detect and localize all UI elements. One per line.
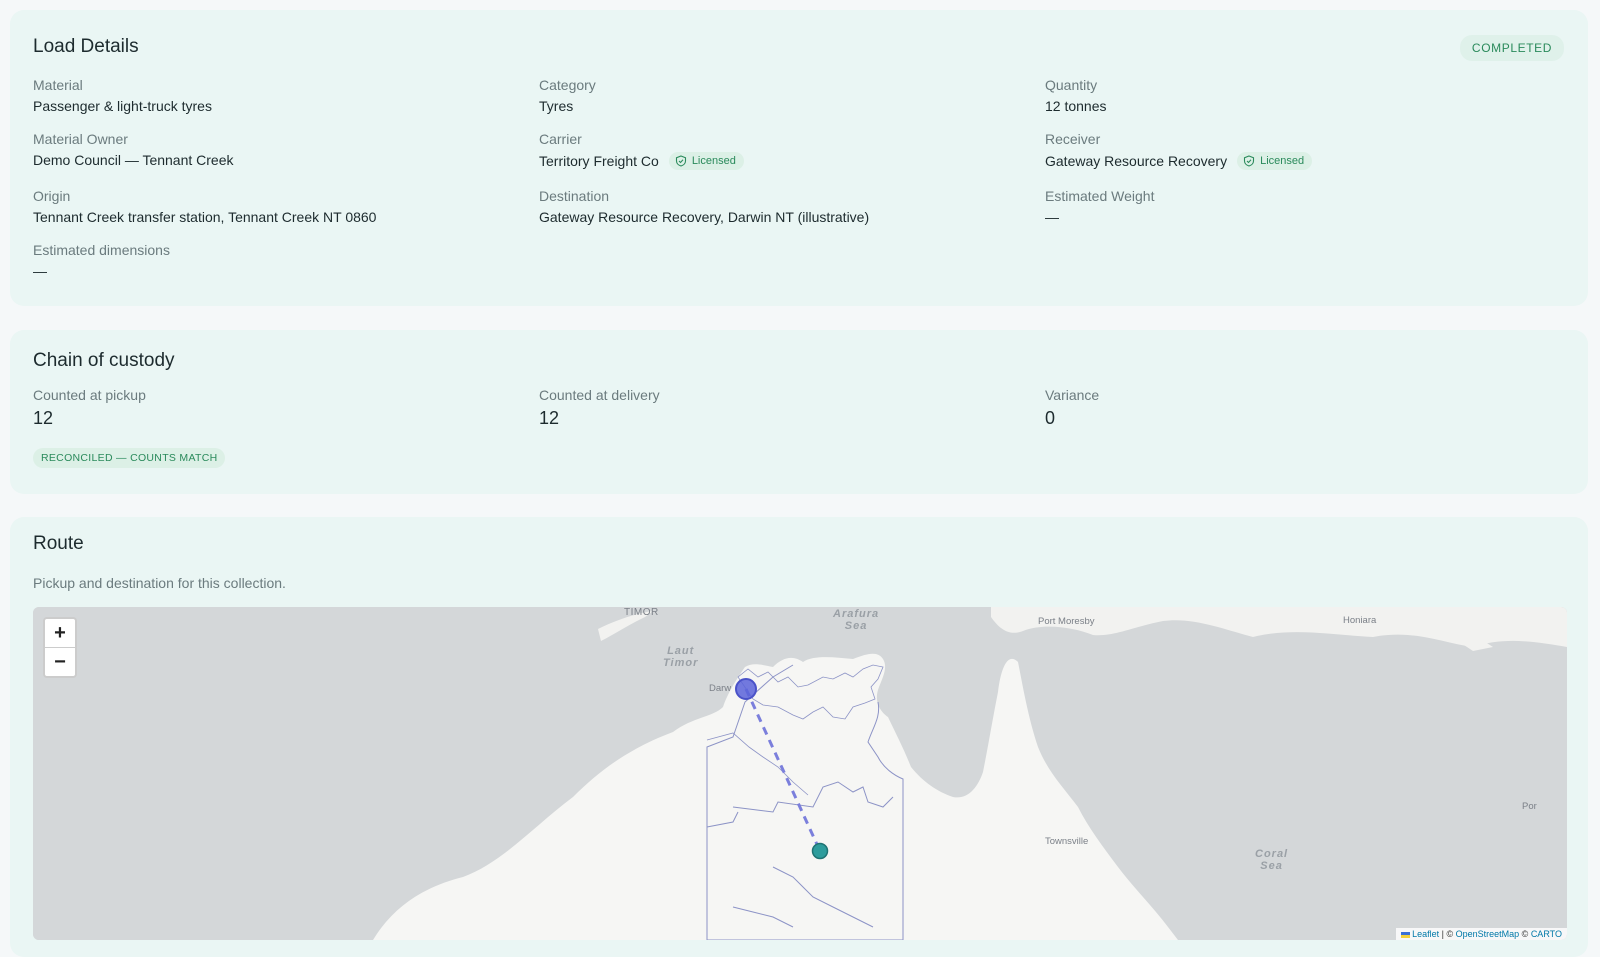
material-field: Material Passenger & light-truck tyres: [33, 77, 212, 114]
map-label-arafura-sea: Arafura Sea: [833, 608, 880, 632]
variance-field: Variance 0: [1045, 387, 1099, 429]
pickup-count-value: 12: [33, 408, 54, 428]
origin-label: Origin: [33, 188, 71, 204]
variance-value: 0: [1045, 408, 1056, 428]
category-value: Tyres: [539, 98, 574, 114]
origin-value: Tennant Creek transfer station, Tennant …: [33, 209, 377, 225]
variance-label: Variance: [1045, 387, 1100, 403]
load-details-card: Load Details COMPLETED Material Passenge…: [10, 10, 1588, 306]
carrier-value-row: Territory Freight Co Licensed: [539, 152, 744, 170]
carrier-licensed-text: Licensed: [691, 155, 736, 167]
map-label-darwin: Darw: [709, 683, 732, 694]
map-label-laut-timor: Laut Timor: [663, 645, 699, 669]
receiver-value: Gateway Resource Recovery: [1045, 153, 1228, 169]
receiver-field: Receiver Gateway Resource Recovery Licen…: [1045, 131, 1313, 170]
estimated-weight-field: Estimated Weight —: [1045, 188, 1154, 225]
zoom-out-button[interactable]: −: [45, 647, 75, 676]
status-badge: COMPLETED: [1459, 35, 1564, 61]
delivery-count-value: 12: [539, 408, 560, 428]
category-label: Category: [539, 77, 596, 93]
origin-field: Origin Tennant Creek transfer station, T…: [33, 188, 376, 225]
estimated-weight-value: —: [1045, 209, 1059, 225]
receiver-value-row: Gateway Resource Recovery Licensed: [1045, 152, 1313, 170]
map-basemap: [33, 607, 1567, 940]
destination-marker[interactable]: [735, 678, 757, 700]
load-details-title: Load Details: [33, 36, 139, 57]
material-label: Material: [33, 77, 83, 93]
custody-title: Chain of custody: [33, 350, 175, 371]
receiver-licensed-text: Licensed: [1260, 155, 1305, 167]
map-attribution: Leaflet | © OpenStreetMap © CARTO: [1395, 928, 1567, 940]
quantity-label: Quantity: [1045, 77, 1098, 93]
material-value: Passenger & light-truck tyres: [33, 98, 212, 114]
quantity-value: 12 tonnes: [1045, 98, 1107, 114]
pickup-count-field: Counted at pickup 12: [33, 387, 146, 429]
receiver-licensed-badge: Licensed: [1237, 152, 1313, 170]
map-label-port-moresby: Port Moresby: [1038, 616, 1095, 627]
carrier-field: Carrier Territory Freight Co Licensed: [539, 131, 744, 170]
estimated-dimensions-value: —: [33, 263, 47, 279]
map-label-honiara: Honiara: [1343, 615, 1377, 626]
leaflet-link[interactable]: Leaflet: [1412, 929, 1439, 939]
carrier-label: Carrier: [539, 131, 582, 147]
material-owner-value: Demo Council — Tennant Creek: [33, 152, 234, 168]
origin-marker[interactable]: [811, 842, 829, 860]
material-owner-label: Material Owner: [33, 131, 128, 147]
map-label-timor: TIMOR: [624, 607, 659, 618]
openstreetmap-link[interactable]: OpenStreetMap: [1456, 929, 1520, 939]
reconciled-badge: RECONCILED — COUNTS MATCH: [33, 448, 226, 468]
category-field: Category Tyres: [539, 77, 596, 114]
route-subtitle: Pickup and destination for this collecti…: [33, 575, 286, 591]
carrier-value: Territory Freight Co: [539, 153, 659, 169]
map-label-port-edge: Por: [1522, 801, 1537, 812]
pickup-count-label: Counted at pickup: [33, 387, 146, 403]
map-label-coral-sea: Coral Sea: [1255, 848, 1289, 872]
delivery-count-field: Counted at delivery 12: [539, 387, 660, 429]
attribution-sep-2: ©: [1519, 929, 1531, 939]
material-owner-field: Material Owner Demo Council — Tennant Cr…: [33, 131, 234, 168]
shield-check-icon: [675, 155, 686, 167]
attribution-sep-1: | ©: [1439, 929, 1456, 939]
destination-field: Destination Gateway Resource Recovery, D…: [539, 188, 869, 225]
chain-of-custody-card: Chain of custody Counted at pickup 12 Co…: [10, 330, 1588, 494]
estimated-dimensions-label: Estimated dimensions: [33, 242, 170, 258]
destination-value: Gateway Resource Recovery, Darwin NT (il…: [539, 209, 870, 225]
zoom-control: + −: [43, 617, 77, 678]
route-title: Route: [33, 533, 84, 554]
route-card: Route Pickup and destination for this co…: [10, 517, 1588, 957]
shield-check-icon: [1244, 155, 1255, 167]
estimated-dimensions-field: Estimated dimensions —: [33, 242, 170, 279]
estimated-weight-label: Estimated Weight: [1045, 188, 1155, 204]
receiver-label: Receiver: [1045, 131, 1101, 147]
delivery-count-label: Counted at delivery: [539, 387, 660, 403]
zoom-in-button[interactable]: +: [45, 619, 75, 647]
destination-label: Destination: [539, 188, 610, 204]
route-map[interactable]: TIMOR Laut Timor Arafura Sea Port Moresb…: [33, 607, 1567, 940]
ukraine-flag-icon: [1400, 931, 1410, 938]
map-label-townsville: Townsville: [1045, 836, 1089, 847]
carto-link[interactable]: CARTO: [1531, 929, 1562, 939]
carrier-licensed-badge: Licensed: [668, 152, 744, 170]
quantity-field: Quantity 12 tonnes: [1045, 77, 1107, 114]
